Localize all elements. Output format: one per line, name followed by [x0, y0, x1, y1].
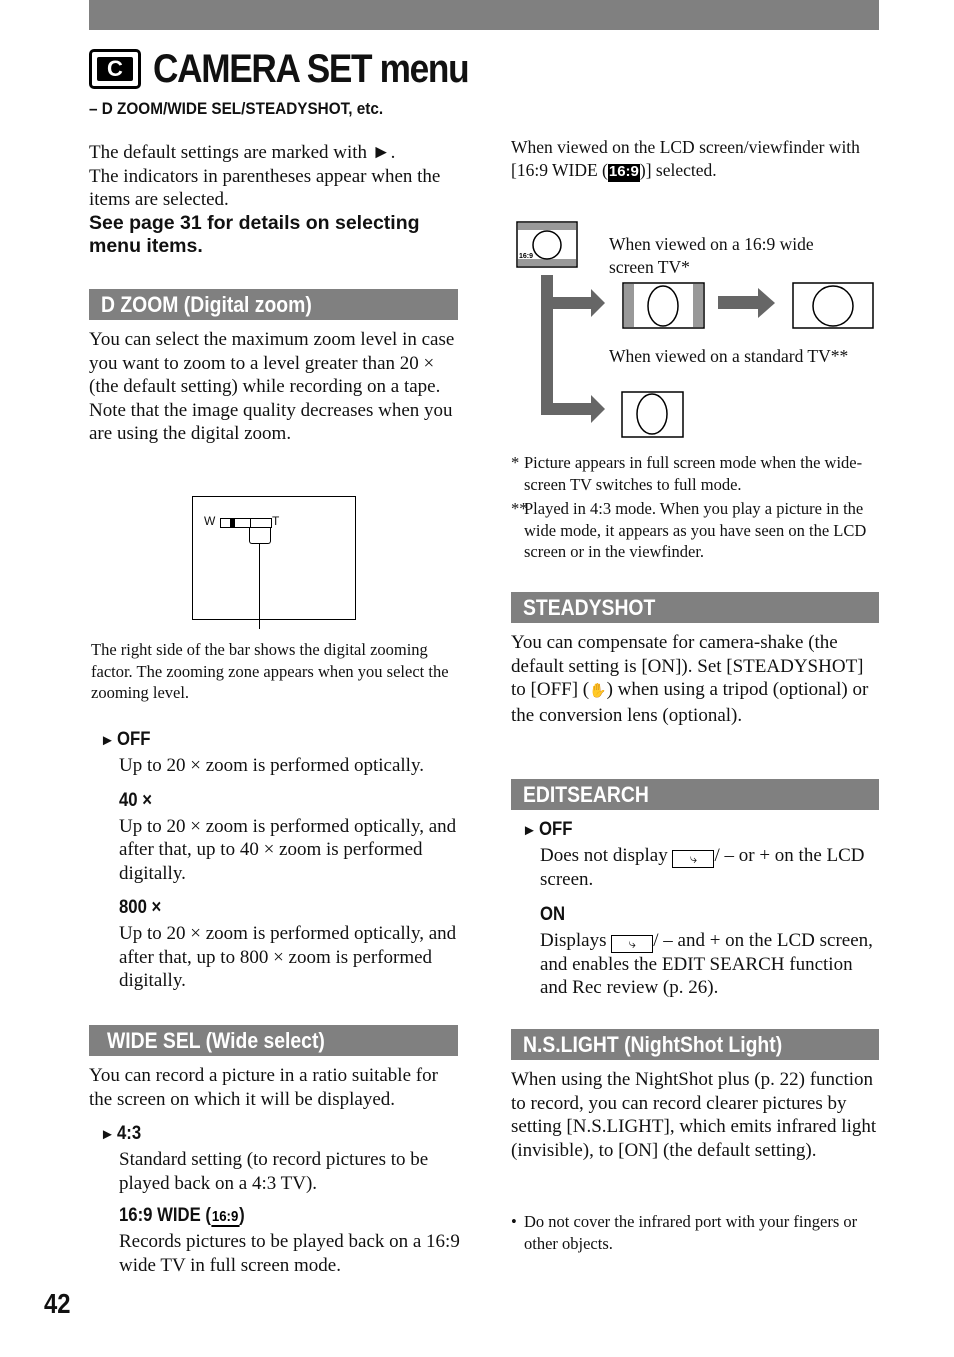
camera-set-icon: C [89, 49, 141, 89]
lcd-screen-icon: 16:9 [516, 221, 578, 268]
steadyshot-heading: STEADYSHOT [511, 592, 879, 623]
nslight-bullet: • Do not cover the infrared port with you… [511, 1212, 858, 1253]
page-subtitle: – D ZOOM/WIDE SEL/STEADYSHOT, etc. [89, 99, 384, 118]
default-marker-icon: ► [100, 732, 115, 749]
standard-tv-icon [621, 391, 684, 438]
wide-indicator-icon: 16:9 [210, 1208, 240, 1227]
option-desc: Records pictures to be played back on a … [119, 1231, 460, 1276]
option-4-3: ► 4:3 [100, 1123, 142, 1144]
nslight-heading: N.S.LIGHT (NightShot Light) [511, 1029, 879, 1060]
intro-line1: The default settings are marked with ►. [89, 142, 396, 163]
widesel-heading: WIDE SEL (Wide select) [89, 1025, 458, 1056]
arrow-icon [591, 289, 605, 317]
zoom-callout-line [259, 543, 260, 629]
option-16-9-wide: 16:9 WIDE (16:9) [119, 1205, 245, 1227]
page-number: 42 [44, 1288, 71, 1319]
intro-line2: The indicators in parentheses appear whe… [89, 165, 441, 211]
nslight-body: When using the NightShot plus (p. 22) fu… [511, 1069, 877, 1161]
editsearch-heading: EDITSEARCH [511, 779, 879, 810]
option-40x: 40 × [119, 789, 153, 811]
widesel-body: You can record a picture in a ratio suit… [89, 1065, 438, 1110]
page-title-row: C CAMERA SET menu [89, 44, 511, 94]
svg-text:16:9: 16:9 [519, 253, 533, 260]
zoom-diagram: W T [192, 496, 356, 629]
zoom-zone-bracket [249, 528, 271, 544]
zoom-w-label: W [204, 514, 216, 528]
steadyshot-body: You can compensate for camera-shake (the… [511, 632, 869, 726]
standard-tv-label: When viewed on a standard TV** [609, 346, 849, 366]
footnotes: * Picture appears in full screen mode whe… [511, 452, 876, 563]
option-desc: Displays ⤷ / – and + on the LCD screen, a… [540, 929, 873, 999]
edit-search-icon: ⤷ [611, 934, 654, 953]
option-desc: Standard setting (to record pictures to … [119, 1149, 429, 1194]
header-bar [89, 0, 879, 30]
option-off: ► OFF [100, 729, 151, 750]
flow-line [541, 275, 553, 413]
option-desc: Up to 20 × zoom is performed optically. [119, 755, 424, 776]
option-desc: Up to 20 × zoom is performed optically, … [119, 923, 457, 991]
default-marker-icon: ► [522, 822, 537, 839]
edit-search-icon: ⤷ [672, 850, 715, 868]
intro-note: See page 31 for details on selecting men… [89, 211, 420, 257]
option-desc: Up to 20 × zoom is performed optically, … [119, 815, 457, 884]
page-title: CAMERA SET menu [153, 46, 470, 91]
dzoom-heading: D ZOOM (Digital zoom) [89, 289, 458, 320]
intro: The default settings are marked with ►. … [89, 141, 461, 258]
dzoom-body: You can select the maximum zoom level in… [89, 329, 455, 444]
bullet-icon: • [511, 1212, 517, 1231]
wide-indicator-icon: 16:9 [607, 162, 640, 182]
footnote: ** Played in 4:3 mode. When you play a pi… [511, 499, 867, 561]
footnote: * Picture appears in full screen mode whe… [511, 453, 863, 494]
default-marker-icon: ► [100, 1126, 115, 1143]
option-desc: Does not display ⤷ / – or + on the LCD sc… [540, 845, 865, 890]
widesel-options: ► 4:3 Standard setting (to record picture… [100, 1123, 460, 1277]
dzoom-options: ► OFF Up to 20 × zoom is performed optica… [100, 729, 460, 993]
zoom-t-label: T [272, 514, 280, 528]
wide-tv-full-icon [792, 282, 874, 329]
arrow-icon [758, 288, 775, 318]
option-off: ► OFF [522, 819, 573, 840]
wide-tv-label: When viewed on a 16:9 wide screen TV* [609, 234, 814, 277]
right-intro: When viewed on the LCD screen/viewfinder… [511, 137, 860, 182]
steadyshot-off-icon: ✋ [589, 684, 607, 699]
wide-tv-pillarbox-icon [622, 282, 705, 329]
arrow-icon [591, 395, 605, 423]
zoom-bar [220, 518, 272, 528]
option-800x: 800 × [119, 897, 162, 918]
option-on: ON [540, 903, 566, 925]
zoom-caption: The right side of the bar shows the digi… [91, 640, 449, 702]
editsearch-options: ► OFF Does not display ⤷ / – or + on the L… [522, 819, 882, 1000]
